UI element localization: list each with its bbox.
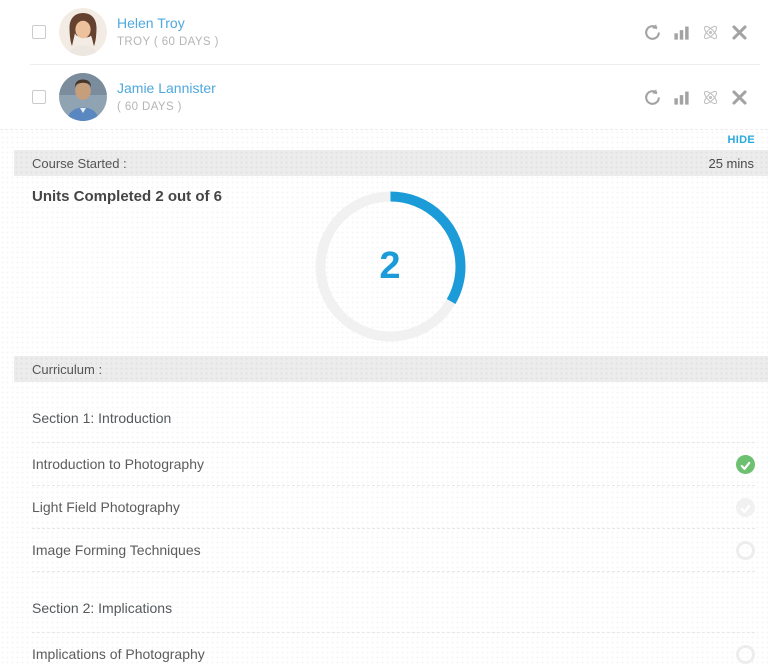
curriculum-item: Image Forming Techniques bbox=[32, 528, 755, 571]
curriculum-item: Implications of Photography bbox=[32, 632, 755, 665]
refresh-icon[interactable] bbox=[641, 21, 663, 43]
item-status-empty-circle-icon bbox=[736, 541, 755, 560]
avatar bbox=[59, 73, 107, 121]
remove-icon[interactable] bbox=[728, 86, 750, 108]
course-started-label: Course Started : bbox=[32, 156, 127, 171]
learner-checkbox[interactable] bbox=[32, 90, 46, 104]
stats-icon[interactable] bbox=[670, 21, 692, 43]
learner-progress-panel: Helen Troy TROY ( 60 DAYS ) Jamie Lannis… bbox=[0, 0, 768, 665]
section-title: Section 2: Implications bbox=[32, 600, 172, 616]
item-status-check-icon bbox=[736, 455, 755, 474]
learner-subtitle: TROY ( 60 DAYS ) bbox=[117, 35, 219, 49]
learning-path-icon[interactable] bbox=[699, 21, 721, 43]
section-title: Section 1: Introduction bbox=[32, 410, 171, 426]
learning-path-icon[interactable] bbox=[699, 86, 721, 108]
learner-name-link[interactable]: Jamie Lannister bbox=[117, 80, 216, 98]
progress-ring-wrap: 2 bbox=[0, 189, 768, 347]
avatar bbox=[59, 8, 107, 56]
stats-icon[interactable] bbox=[670, 86, 692, 108]
course-started-bar: Course Started : 25 mins bbox=[14, 150, 768, 176]
section-header: Section 2: Implications bbox=[32, 571, 755, 632]
progress-ring: 2 bbox=[313, 189, 468, 344]
learner-actions bbox=[641, 21, 750, 43]
learner-checkbox[interactable] bbox=[32, 25, 46, 39]
hide-row: HIDE bbox=[0, 130, 768, 150]
hide-link[interactable]: HIDE bbox=[728, 134, 755, 146]
refresh-icon[interactable] bbox=[641, 86, 663, 108]
item-title: Implications of Photography bbox=[32, 646, 205, 662]
section-header: Section 1: Introduction bbox=[32, 382, 755, 442]
learner-row: Helen Troy TROY ( 60 DAYS ) bbox=[0, 0, 768, 64]
curriculum-item: Light Field Photography bbox=[32, 485, 755, 528]
progress-number: 2 bbox=[313, 189, 468, 344]
item-status-check-icon bbox=[736, 498, 755, 517]
time-spent-value: 25 mins bbox=[708, 156, 754, 171]
item-status-empty-circle-icon bbox=[736, 645, 755, 664]
item-title: Light Field Photography bbox=[32, 499, 180, 515]
learner-actions bbox=[641, 86, 750, 108]
learner-row: Jamie Lannister ( 60 DAYS ) bbox=[0, 65, 768, 129]
curriculum-item: Introduction to Photography bbox=[32, 442, 755, 485]
item-title: Introduction to Photography bbox=[32, 456, 204, 472]
curriculum-label: Curriculum : bbox=[32, 362, 102, 377]
curriculum-bar: Curriculum : bbox=[14, 356, 768, 382]
item-title: Image Forming Techniques bbox=[32, 542, 201, 558]
learner-info: Helen Troy TROY ( 60 DAYS ) bbox=[117, 15, 219, 49]
learner-name-link[interactable]: Helen Troy bbox=[117, 15, 219, 33]
curriculum-list: Section 1: Introduction Introduction to … bbox=[32, 382, 755, 665]
learner-subtitle: ( 60 DAYS ) bbox=[117, 100, 216, 114]
learner-info: Jamie Lannister ( 60 DAYS ) bbox=[117, 80, 216, 114]
remove-icon[interactable] bbox=[728, 21, 750, 43]
